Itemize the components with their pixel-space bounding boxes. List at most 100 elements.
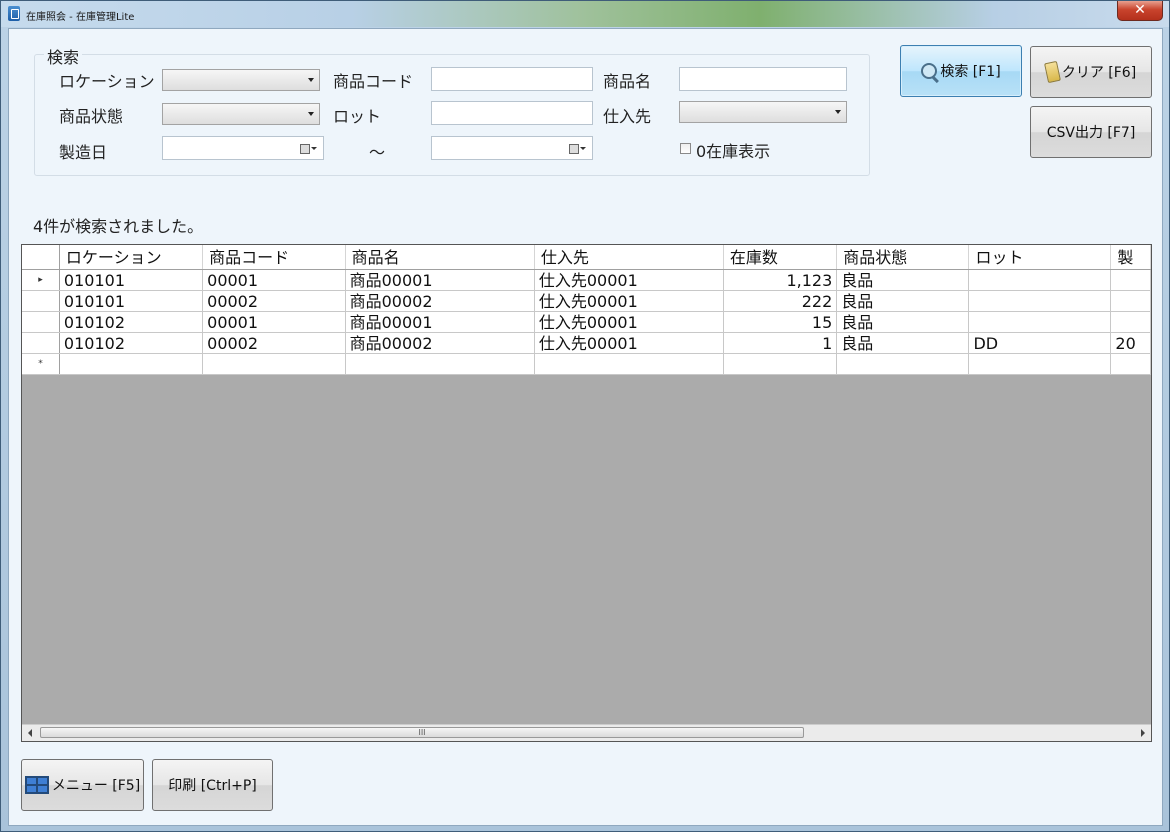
product-status-label: 商品状態 <box>59 107 124 126</box>
column-header[interactable]: 在庫数 <box>723 245 838 270</box>
cell-empty[interactable] <box>723 353 838 375</box>
cell-product-status[interactable]: 良品 <box>836 332 970 354</box>
column-header[interactable]: 商品状態 <box>836 245 970 270</box>
mfg-date-to-picker[interactable] <box>431 136 593 160</box>
cell-empty[interactable] <box>59 353 204 375</box>
location-label: ロケーション <box>59 72 155 91</box>
close-button[interactable]: ✕ <box>1117 1 1163 21</box>
cell-mfg-date[interactable] <box>1110 290 1151 312</box>
csv-export-button[interactable]: CSV出力 [F7] <box>1030 106 1152 158</box>
mfg-date-from-picker[interactable] <box>162 136 324 160</box>
cell-location[interactable]: 010102 <box>59 332 204 354</box>
cell-empty[interactable] <box>968 353 1112 375</box>
cell-mfg-date[interactable] <box>1110 269 1151 291</box>
cell-stock-qty[interactable]: 222 <box>723 290 838 312</box>
search-group: 検索 ロケーション 商品コード 商品名 商品状態 ロット 仕入先 製造日 ～ 0… <box>34 44 870 176</box>
row-header-new[interactable]: * <box>22 353 60 375</box>
clear-button[interactable]: クリア [F6] <box>1030 46 1152 98</box>
cell-stock-qty[interactable]: 1,123 <box>723 269 838 291</box>
column-header[interactable]: 商品名 <box>345 245 535 270</box>
column-header[interactable]: 仕入先 <box>534 245 724 270</box>
cell-location[interactable]: 010101 <box>59 290 204 312</box>
table-row[interactable]: ▸ 010101 00001 商品00001 仕入先00001 1,123 良品 <box>22 269 1151 291</box>
cell-product-code[interactable]: 00002 <box>202 290 346 312</box>
supplier-combo[interactable] <box>679 101 847 123</box>
cell-supplier[interactable]: 仕入先00001 <box>534 332 724 354</box>
cell-empty[interactable] <box>534 353 724 375</box>
cell-product-code[interactable]: 00001 <box>202 269 346 291</box>
column-header[interactable]: 商品コード <box>202 245 346 270</box>
row-header[interactable] <box>22 311 60 333</box>
location-combo[interactable] <box>162 69 320 91</box>
zero-stock-label[interactable]: 0在庫表示 <box>696 138 770 162</box>
row-header[interactable] <box>22 332 60 354</box>
dropdown-arrow-icon <box>580 147 586 150</box>
scroll-right-arrow-icon[interactable] <box>1141 729 1145 737</box>
inventory-grid[interactable]: ロケーション 商品コード 商品名 仕入先 在庫数 商品状態 ロット 製 ▸ 01… <box>21 244 1152 742</box>
column-header[interactable]: 製 <box>1110 245 1151 270</box>
cell-mfg-date[interactable] <box>1110 311 1151 333</box>
print-button-label: 印刷 [Ctrl+P] <box>168 778 257 794</box>
scrollbar-thumb[interactable]: III <box>40 727 804 738</box>
csv-export-button-label: CSV出力 [F7] <box>1046 125 1136 141</box>
window-title: 在庫照会 - 在庫管理Lite <box>26 12 135 23</box>
cell-lot[interactable] <box>968 311 1112 333</box>
row-header-current[interactable]: ▸ <box>22 269 60 291</box>
result-status-text: 4件が検索されました。 <box>33 217 204 236</box>
cell-empty[interactable] <box>1110 353 1151 375</box>
zero-stock-checkbox[interactable] <box>680 143 691 154</box>
cell-supplier[interactable]: 仕入先00001 <box>534 269 724 291</box>
search-button[interactable]: 検索 [F1] <box>900 45 1022 97</box>
product-status-combo[interactable] <box>162 103 320 125</box>
dropdown-arrow-icon <box>311 147 317 150</box>
row-header[interactable] <box>22 290 60 312</box>
cell-mfg-date[interactable]: 20 <box>1110 332 1151 354</box>
cell-product-code[interactable]: 00002 <box>202 332 346 354</box>
cell-product-status[interactable]: 良品 <box>836 290 970 312</box>
product-name-input[interactable] <box>679 67 847 91</box>
main-window: 在庫照会 - 在庫管理Lite ✕ 検索 ロケーション 商品コード 商品名 商品… <box>0 0 1170 832</box>
cell-product-name[interactable]: 商品00002 <box>345 290 535 312</box>
cell-product-name[interactable]: 商品00001 <box>345 269 535 291</box>
cell-supplier[interactable]: 仕入先00001 <box>534 290 724 312</box>
cell-supplier[interactable]: 仕入先00001 <box>534 311 724 333</box>
cell-location[interactable]: 010101 <box>59 269 204 291</box>
horizontal-scrollbar[interactable]: III <box>22 724 1151 741</box>
cell-stock-qty[interactable]: 15 <box>723 311 838 333</box>
title-bar[interactable]: 在庫照会 - 在庫管理Lite ✕ <box>1 1 1169 27</box>
cell-lot[interactable]: DD <box>968 332 1112 354</box>
cell-lot[interactable] <box>968 290 1112 312</box>
cell-product-code[interactable]: 00001 <box>202 311 346 333</box>
column-header[interactable]: ロット <box>968 245 1112 270</box>
new-row[interactable]: * <box>22 353 1151 375</box>
cell-lot[interactable] <box>968 269 1112 291</box>
cell-empty[interactable] <box>836 353 970 375</box>
cell-location[interactable]: 010102 <box>59 311 204 333</box>
print-button[interactable]: 印刷 [Ctrl+P] <box>152 759 273 811</box>
lot-input[interactable] <box>431 101 593 125</box>
menu-button-label: メニュー [F5] <box>51 778 141 794</box>
search-button-label: 検索 [F1] <box>940 64 1001 80</box>
table-row[interactable]: 010101 00002 商品00002 仕入先00001 222 良品 <box>22 290 1151 312</box>
cell-stock-qty[interactable]: 1 <box>723 332 838 354</box>
table-row[interactable]: 010102 00001 商品00001 仕入先00001 15 良品 <box>22 311 1151 333</box>
cell-product-name[interactable]: 商品00002 <box>345 332 535 354</box>
product-code-input[interactable] <box>431 67 593 91</box>
grid-corner-cell <box>22 245 60 270</box>
cell-product-status[interactable]: 良品 <box>836 311 970 333</box>
cell-empty[interactable] <box>202 353 346 375</box>
inventory-table: ロケーション 商品コード 商品名 仕入先 在庫数 商品状態 ロット 製 ▸ 01… <box>22 245 1151 375</box>
table-row[interactable]: 010102 00002 商品00002 仕入先00001 1 良品 DD 20 <box>22 332 1151 354</box>
calendar-icon <box>569 144 579 154</box>
scrollbar-grip: III <box>418 728 426 737</box>
magnifier-icon <box>921 63 938 79</box>
scroll-left-arrow-icon[interactable] <box>28 729 32 737</box>
app-icon <box>8 6 20 21</box>
cell-product-name[interactable]: 商品00001 <box>345 311 535 333</box>
cell-product-status[interactable]: 良品 <box>836 269 970 291</box>
product-code-label: 商品コード <box>333 72 414 91</box>
column-header[interactable]: ロケーション <box>59 245 204 270</box>
cell-empty[interactable] <box>345 353 535 375</box>
menu-button[interactable]: メニュー [F5] <box>21 759 144 811</box>
product-name-label: 商品名 <box>603 72 652 91</box>
